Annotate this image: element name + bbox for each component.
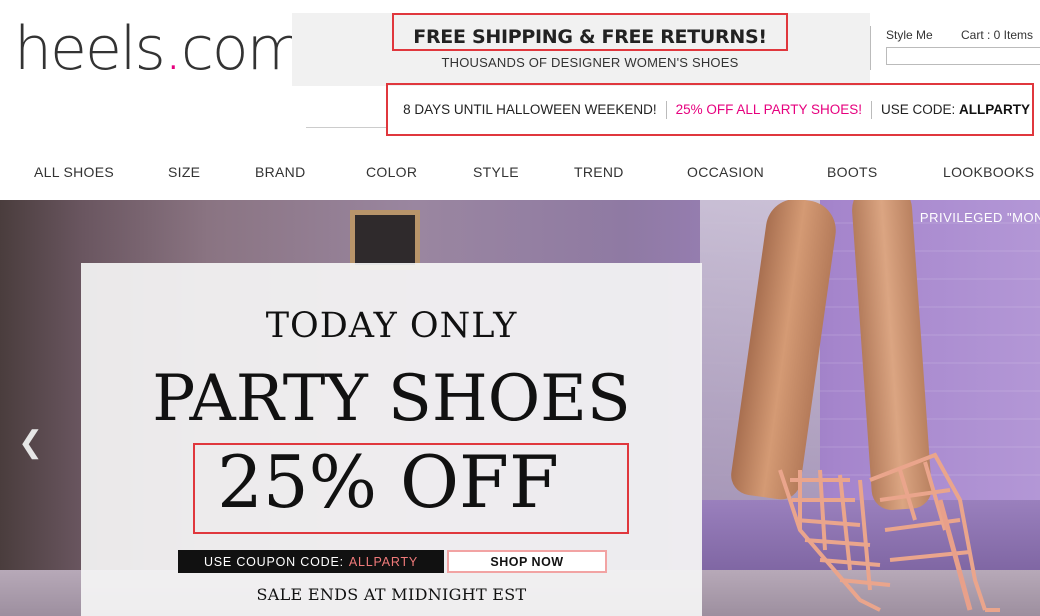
today-only-heading: TODAY ONLY bbox=[265, 306, 518, 346]
divider bbox=[306, 127, 386, 128]
shipping-subtitle: THOUSANDS OF DESIGNER WOMEN'S SHOES bbox=[441, 55, 739, 70]
sale-ends-text: SALE ENDS AT MIDNIGHT EST bbox=[256, 585, 527, 604]
promo-code-label: USE CODE: bbox=[880, 102, 956, 117]
nav-boots[interactable]: BOOTS bbox=[827, 164, 878, 180]
coupon-code-bar: USE COUPON CODE: ALLPARTY bbox=[178, 550, 444, 573]
nav-trend[interactable]: TREND bbox=[574, 164, 624, 180]
site-logo[interactable]: heels.com bbox=[14, 14, 305, 114]
shipping-title: FREE SHIPPING & FREE RETURNS! bbox=[392, 13, 788, 51]
halloween-countdown: 8 DAYS UNTIL HALLOWEEN WEEKEND! bbox=[403, 102, 657, 117]
shop-now-button[interactable]: SHOP NOW bbox=[447, 550, 607, 573]
nav-lookbooks[interactable]: LOOKBOOKS bbox=[943, 164, 1034, 180]
style-me-link[interactable]: Style Me bbox=[886, 28, 933, 42]
nav-size[interactable]: SIZE bbox=[168, 164, 200, 180]
logo-text: heels.com bbox=[14, 14, 305, 84]
coupon-code: ALLPARTY bbox=[348, 554, 419, 569]
promo-bar: 8 DAYS UNTIL HALLOWEEN WEEKEND! 25% OFF … bbox=[386, 83, 1034, 136]
search-input[interactable] bbox=[886, 47, 1040, 65]
party-shoes-discount[interactable]: 25% OFF ALL PARTY SHOES! bbox=[676, 102, 862, 117]
coupon-label: USE COUPON CODE: bbox=[203, 554, 344, 569]
divider bbox=[870, 100, 872, 119]
main-nav: ALL SHOES SIZE BRAND COLOR STYLE TREND O… bbox=[0, 156, 1040, 190]
party-shoes-headline: PARTY SHOES bbox=[152, 362, 631, 436]
promo-code: ALLPARTY bbox=[959, 102, 1030, 117]
corner-caption: PRIVILEGED "MON bbox=[919, 210, 1040, 225]
nav-occasion[interactable]: OCCASION bbox=[687, 164, 764, 180]
account-area: Style Me Cart : 0 Items bbox=[870, 26, 1040, 70]
highlight-box bbox=[193, 443, 629, 534]
nav-all-shoes[interactable]: ALL SHOES bbox=[34, 164, 114, 180]
nav-style[interactable]: STYLE bbox=[473, 164, 519, 180]
divider bbox=[665, 100, 667, 119]
chevron-left-icon[interactable]: ❮ bbox=[18, 425, 43, 460]
nav-brand[interactable]: BRAND bbox=[255, 164, 306, 180]
nav-color[interactable]: COLOR bbox=[366, 164, 417, 180]
cart-link[interactable]: Cart : 0 Items bbox=[961, 28, 1033, 42]
